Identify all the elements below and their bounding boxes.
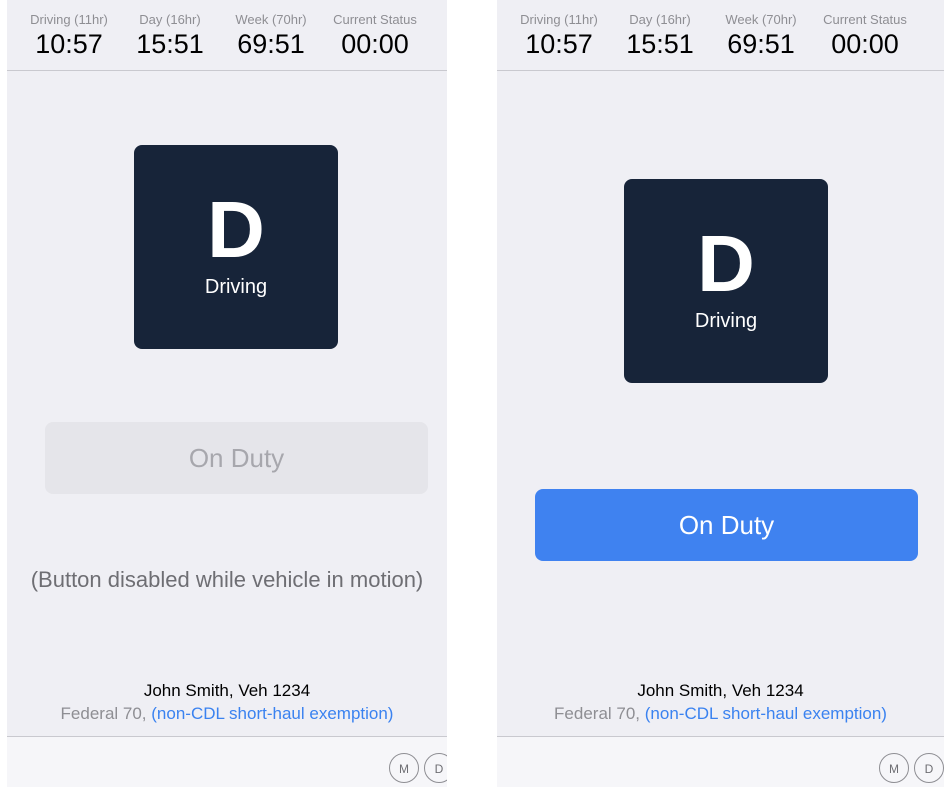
stat-value: 15:51 xyxy=(136,29,204,59)
status-label: Driving xyxy=(694,310,758,332)
exemption-link[interactable]: (non-CDL short-haul exemption) xyxy=(645,704,887,723)
status-card-driving: D Driving xyxy=(134,145,338,349)
stat-label: Week (70hr) xyxy=(235,12,307,27)
status-label: Driving xyxy=(204,276,268,298)
on-duty-button[interactable]: On Duty xyxy=(45,422,428,494)
stat-current-status: Current Status 00:00 xyxy=(815,12,915,60)
stat-current-status: Current Status 00:00 xyxy=(325,12,425,60)
ruleset-text: Federal 70, xyxy=(60,704,152,723)
driver-info: John Smith, Veh 1234 Federal 70, (non-CD… xyxy=(7,680,447,726)
stat-day: Day (16hr) 15:51 xyxy=(618,12,702,60)
stat-driving: Driving (11hr) 10:57 xyxy=(25,12,113,60)
driver-name: John Smith, Veh 1234 xyxy=(143,681,311,700)
stat-day: Day (16hr) 15:51 xyxy=(128,12,212,60)
stat-week: Week (70hr) 69:51 xyxy=(720,12,802,60)
stat-label: Current Status xyxy=(823,12,907,27)
stat-value: 10:57 xyxy=(35,29,103,59)
hours-stats-bar: Driving (11hr) 10:57 Day (16hr) 15:51 We… xyxy=(497,0,944,71)
driver-name: John Smith, Veh 1234 xyxy=(637,681,804,700)
disabled-note: (Button disabled while vehicle in motion… xyxy=(30,567,424,592)
stat-label: Day (16hr) xyxy=(629,12,691,27)
stat-value: 69:51 xyxy=(727,29,795,59)
status-letter: D xyxy=(207,185,265,274)
m-circle-button[interactable]: M xyxy=(879,753,909,783)
stat-week: Week (70hr) 69:51 xyxy=(230,12,312,60)
m-circle-button[interactable]: M xyxy=(389,753,419,783)
ruleset-line: Federal 70, (non-CDL short-haul exemptio… xyxy=(7,702,447,726)
screen-enabled: Driving (11hr) 10:57 Day (16hr) 15:51 We… xyxy=(497,0,944,787)
stat-value: 00:00 xyxy=(341,29,409,59)
on-duty-button[interactable]: On Duty xyxy=(535,489,918,561)
stat-value: 69:51 xyxy=(237,29,305,59)
screen-disabled: Driving (11hr) 10:57 Day (16hr) 15:51 We… xyxy=(7,0,447,787)
stat-label: Driving (11hr) xyxy=(30,12,108,27)
bottom-bar: M D xyxy=(7,736,447,787)
stat-label: Week (70hr) xyxy=(725,12,797,27)
status-card-driving: D Driving xyxy=(624,179,828,383)
stat-value: 15:51 xyxy=(626,29,694,59)
d-circle-button[interactable]: D xyxy=(424,753,447,783)
ruleset-text: Federal 70, xyxy=(554,704,645,723)
stat-label: Current Status xyxy=(333,12,417,27)
stat-value: 10:57 xyxy=(525,29,593,59)
stat-value: 00:00 xyxy=(831,29,899,59)
stat-driving: Driving (11hr) 10:57 xyxy=(515,12,603,60)
status-letter: D xyxy=(697,219,755,308)
stat-label: Driving (11hr) xyxy=(520,12,598,27)
exemption-link[interactable]: (non-CDL short-haul exemption) xyxy=(151,704,393,723)
hours-stats-bar: Driving (11hr) 10:57 Day (16hr) 15:51 We… xyxy=(7,0,447,71)
ruleset-line: Federal 70, (non-CDL short-haul exemptio… xyxy=(497,702,944,726)
bottom-bar: M D xyxy=(497,736,944,787)
driver-info: John Smith, Veh 1234 Federal 70, (non-CD… xyxy=(497,680,944,726)
stat-label: Day (16hr) xyxy=(139,12,201,27)
d-circle-button[interactable]: D xyxy=(914,753,944,783)
